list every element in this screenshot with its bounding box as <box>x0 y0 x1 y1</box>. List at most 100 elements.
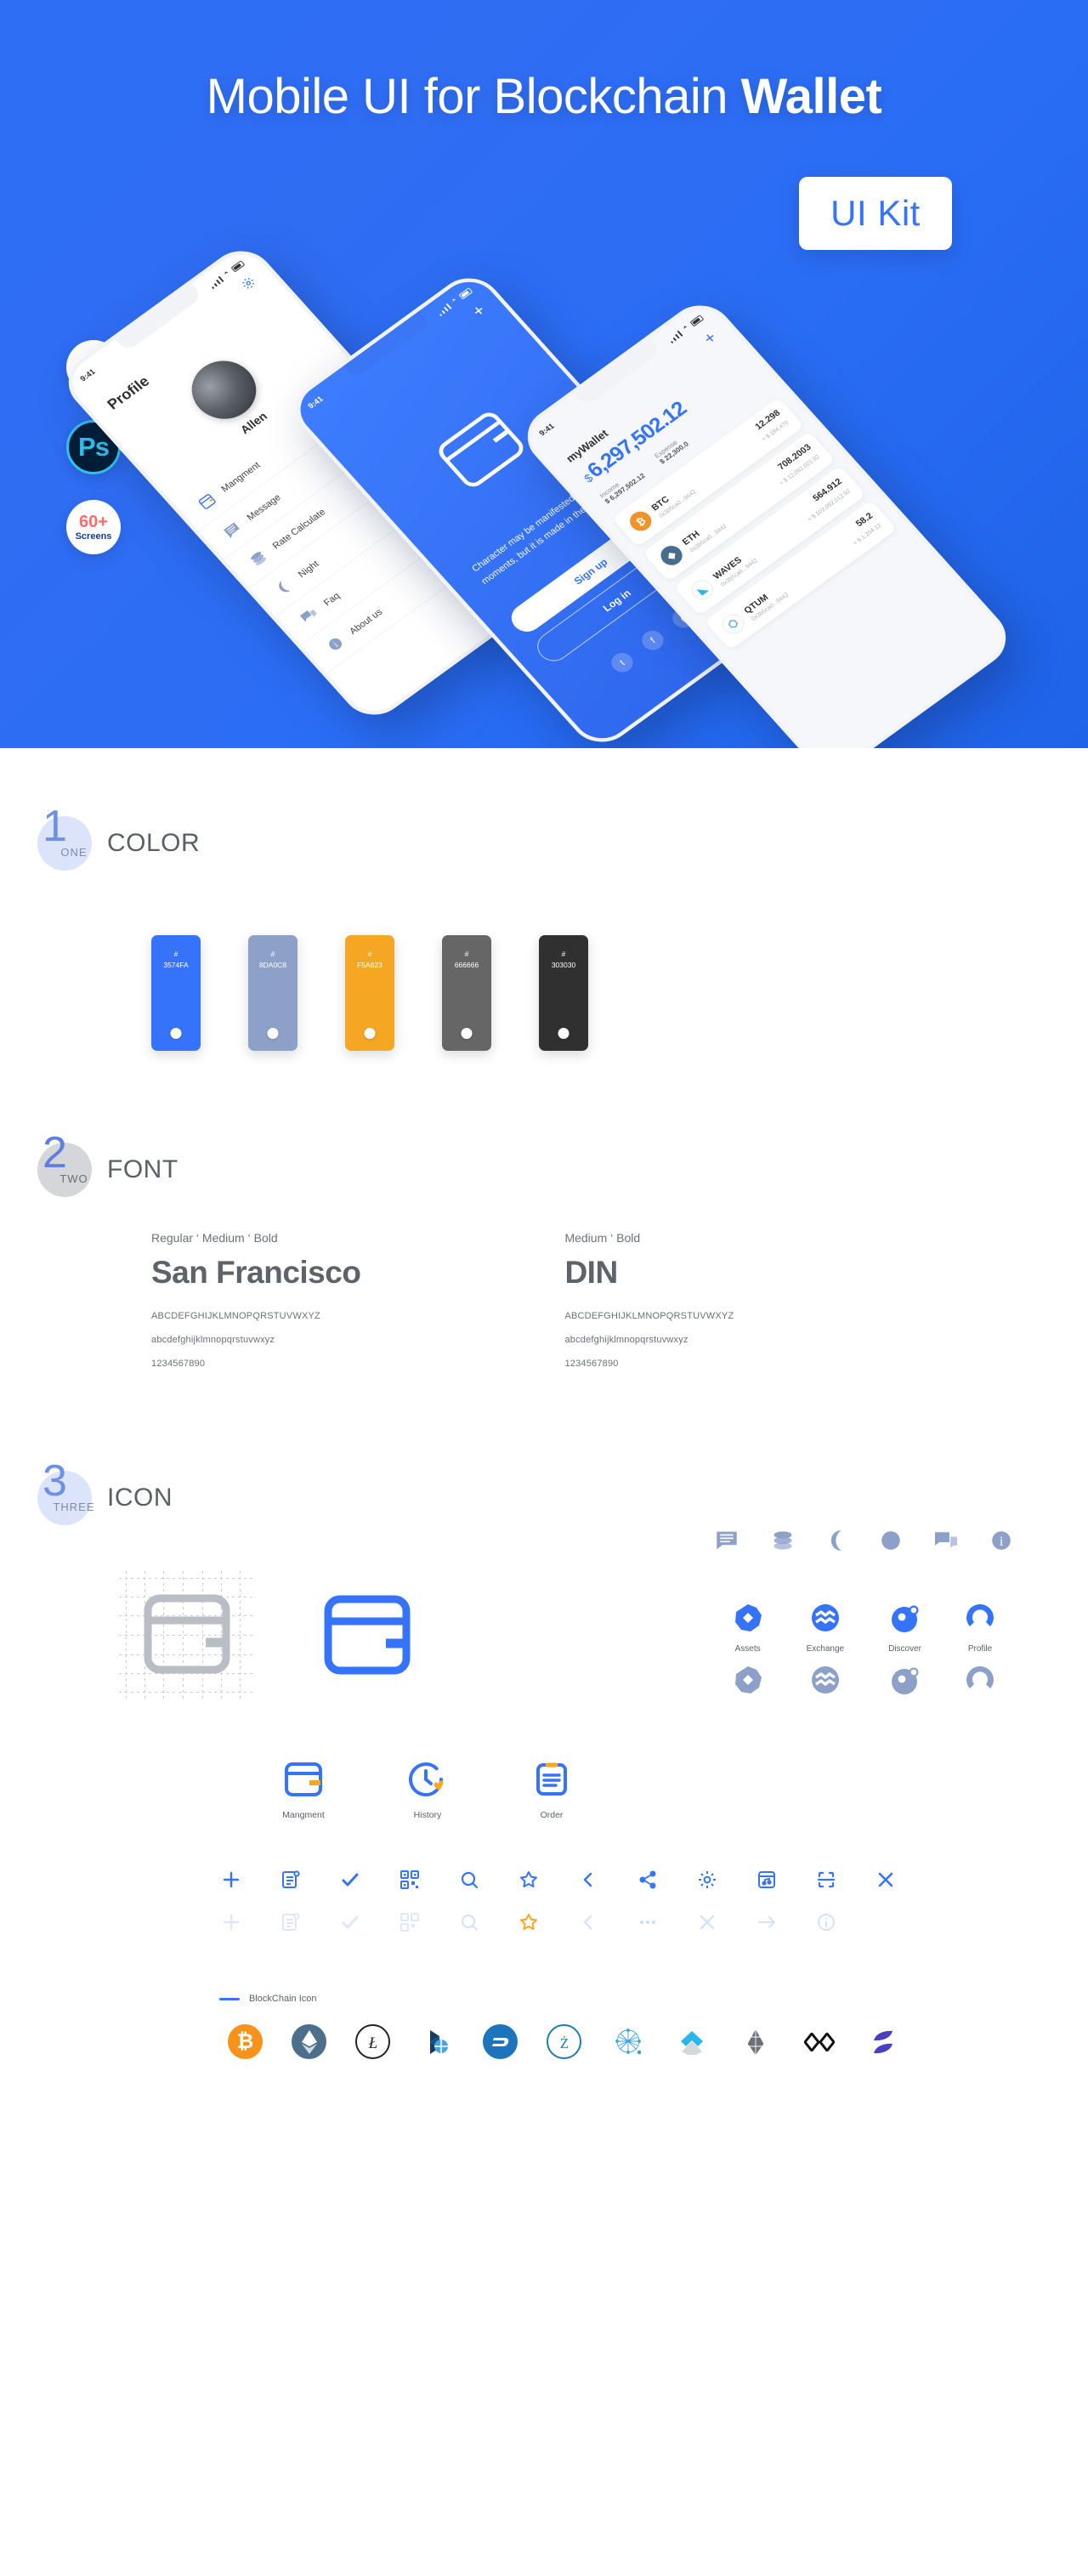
tab-icon-profile[interactable]: Profile <box>966 1603 994 1699</box>
media-card-icon[interactable] <box>755 1868 779 1892</box>
feature-icon-history[interactable]: History <box>394 1762 461 1820</box>
tab-icon-exchange[interactable]: Exchange <box>807 1603 844 1699</box>
check-icon[interactable] <box>338 1910 362 1934</box>
color-swatch[interactable]: # 303030 <box>539 935 588 1051</box>
wallet-illustration-icon <box>430 405 532 496</box>
plus-icon[interactable]: + <box>468 300 490 321</box>
section-title: ICON <box>107 1484 173 1512</box>
color-hash: # <box>173 950 178 958</box>
qtum-icon[interactable] <box>610 2024 645 2059</box>
scan-icon[interactable] <box>814 1868 838 1892</box>
litecoin-icon[interactable]: Ł <box>355 2024 390 2059</box>
bitshares-icon[interactable] <box>419 2024 454 2059</box>
star-icon[interactable] <box>517 1868 541 1892</box>
gear-icon[interactable] <box>695 1868 719 1892</box>
qr-code-icon[interactable] <box>398 1868 422 1892</box>
font-specimens: Regular ‘ Medium ‘ Bold San Francisco AB… <box>0 1197 1088 1382</box>
font-specimen-sf: Regular ‘ Medium ‘ Bold San Francisco AB… <box>151 1231 361 1382</box>
status-time: 9:41 <box>78 367 98 383</box>
close-icon[interactable] <box>874 1868 898 1892</box>
tab-icon-assets-inactive <box>734 1665 762 1699</box>
nano-icon[interactable] <box>865 2024 900 2059</box>
color-hash: # <box>561 950 566 958</box>
share-icon[interactable] <box>636 1868 660 1892</box>
bitcoin-icon: ₿ <box>625 508 656 536</box>
exchange-icon <box>811 1604 839 1631</box>
search-icon[interactable] <box>457 1910 481 1934</box>
phone-mockups: 9:41 ⌃ Profile Allen Mangment Message Ra… <box>0 0 1088 748</box>
message-icon[interactable] <box>716 1530 738 1555</box>
color-swatch[interactable]: # 666666 <box>442 935 491 1051</box>
wifi-icon: ⌃ <box>450 296 460 306</box>
font-uppercase: ABCDEFGHIJKLMNOPQRSTUVWXYZ <box>151 1311 320 1321</box>
eos-icon[interactable] <box>738 2024 773 2059</box>
section-number: 2 <box>42 1128 67 1177</box>
feature-icon-order[interactable]: Order <box>518 1762 585 1820</box>
omni-icon[interactable] <box>802 2024 836 2059</box>
gear-icon[interactable] <box>239 275 261 295</box>
status-time: 9:41 <box>306 394 326 411</box>
color-hash: # <box>464 950 469 958</box>
tab-icon-assets[interactable]: Assets <box>734 1603 762 1699</box>
blockchain-section-label: BlockChain Icon <box>119 1953 1088 2004</box>
tab-icon-exchange-inactive <box>807 1665 844 1699</box>
waves-icon: ◣ <box>687 576 718 604</box>
moon-icon[interactable] <box>828 1530 847 1555</box>
font-name: DIN <box>564 1255 618 1290</box>
signal-icon <box>436 303 452 316</box>
info-icon[interactable] <box>814 1910 838 1934</box>
ethereum-icon[interactable] <box>292 2024 326 2059</box>
plus-icon[interactable] <box>219 1910 243 1934</box>
info-icon[interactable]: i <box>991 1530 1012 1555</box>
coins-icon <box>245 547 270 570</box>
tab-icon-discover[interactable]: Discover <box>888 1603 921 1699</box>
arrow-right-icon[interactable] <box>755 1910 779 1934</box>
chevron-left-icon[interactable] <box>576 1910 600 1934</box>
color-swatch[interactable]: # 8DA0C8 <box>248 935 298 1051</box>
section-number: 1 <box>42 802 67 851</box>
chat-icon[interactable] <box>935 1530 957 1555</box>
tool-icon-row-inactive <box>219 1910 1088 1934</box>
close-icon[interactable] <box>695 1910 719 1934</box>
zcash-icon[interactable]: Ż <box>547 2024 581 2059</box>
color-swatch[interactable]: # 3574FA <box>151 935 201 1051</box>
document-settings-icon[interactable] <box>279 1868 303 1892</box>
tab-icon-set: Assets Exchange Discover Profile <box>734 1603 994 1699</box>
color-hash: # <box>367 950 372 958</box>
font-weights: Regular ‘ Medium ‘ Bold <box>151 1231 278 1245</box>
battery-icon <box>689 315 705 327</box>
search-icon[interactable] <box>457 1868 481 1892</box>
profile-title: Profile <box>104 373 153 413</box>
coins-icon[interactable] <box>772 1530 794 1555</box>
color-hex: 3574FA <box>163 960 189 969</box>
star-icon[interactable] <box>517 1910 541 1934</box>
list-item-label: Message <box>244 491 283 523</box>
waves-icon[interactable] <box>674 2024 709 2059</box>
section-number-badge: 3 THREE <box>37 1459 94 1525</box>
wallet-icon <box>285 1762 322 1796</box>
ethereum-icon: ◆ <box>656 542 687 570</box>
tab-icon-profile-inactive <box>966 1665 994 1699</box>
bitcoin-icon[interactable]: ₿ <box>228 2024 263 2059</box>
tab-icon-discover-inactive <box>888 1665 921 1699</box>
plus-icon[interactable] <box>219 1868 243 1892</box>
plus-icon[interactable]: + <box>700 327 722 349</box>
signal-icon <box>208 275 224 289</box>
document-settings-icon[interactable] <box>279 1910 303 1934</box>
chevron-left-icon[interactable] <box>576 1868 600 1892</box>
color-hex: F5A623 <box>357 960 382 969</box>
color-swatch[interactable]: # F5A623 <box>345 935 394 1051</box>
section-title: COLOR <box>107 829 201 857</box>
section-title: FONT <box>107 1155 178 1183</box>
facebook-icon[interactable]: f <box>638 627 668 655</box>
check-icon[interactable] <box>338 1868 362 1892</box>
color-hex: 303030 <box>551 960 576 969</box>
discover-icon <box>891 1605 919 1632</box>
twitter-icon[interactable]: t <box>607 649 638 677</box>
circle-icon[interactable] <box>881 1530 901 1555</box>
feature-icon-mangment[interactable]: Mangment <box>270 1762 337 1820</box>
section-number: 3 <box>42 1456 67 1506</box>
dash-icon[interactable] <box>483 2024 518 2059</box>
qr-code-icon[interactable] <box>398 1910 422 1934</box>
dots-icon[interactable] <box>636 1910 660 1934</box>
